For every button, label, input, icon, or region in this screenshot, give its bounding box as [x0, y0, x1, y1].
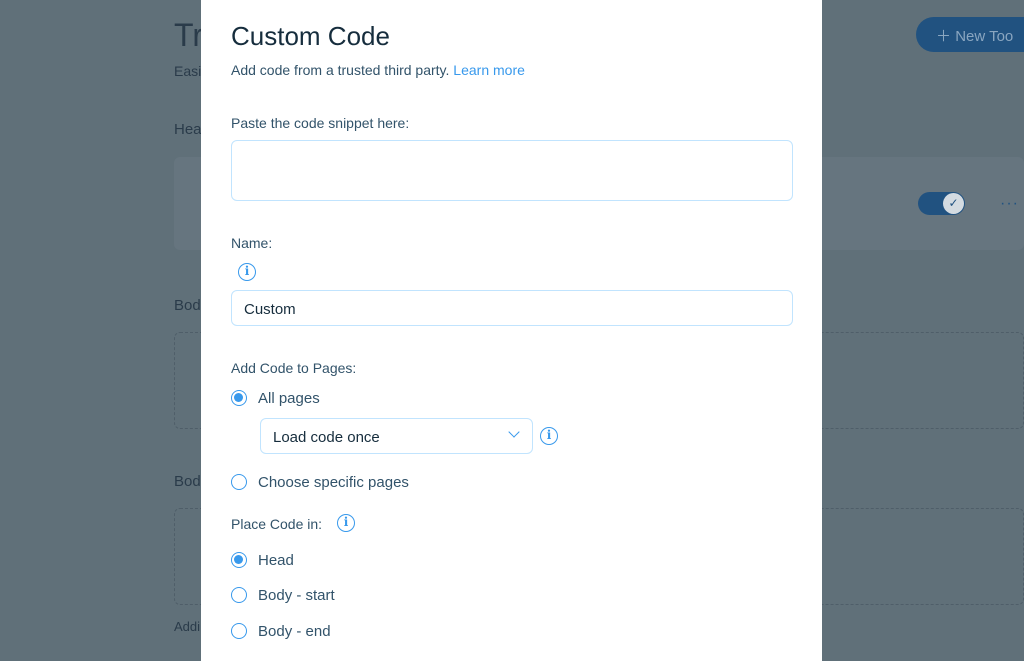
- place-label: Place Code in:: [231, 516, 323, 532]
- section-body-end-label: Bod: [174, 473, 201, 490]
- pages-label: Add Code to Pages:: [231, 360, 357, 376]
- radio-body-start[interactable]: [231, 587, 247, 603]
- radio-specific-pages-label: Choose specific pages: [258, 474, 409, 491]
- section-head-label: Hea: [174, 121, 202, 138]
- radio-specific-pages[interactable]: [231, 474, 247, 490]
- radio-body-start-label: Body - start: [258, 587, 335, 604]
- learn-more-link[interactable]: Learn more: [453, 62, 525, 78]
- modal-title: Custom Code: [231, 21, 390, 51]
- section-body-start-label: Bod: [174, 297, 201, 314]
- modal-subtitle: Add code from a trusted third party. Lea…: [231, 62, 525, 78]
- page-title: Tr: [174, 17, 204, 53]
- check-icon: ✓: [943, 193, 964, 214]
- page-subtitle: Easi: [174, 63, 202, 79]
- plus-icon: ＋: [936, 28, 952, 45]
- name-input[interactable]: Custom: [231, 290, 793, 326]
- load-code-select[interactable]: Load code once: [260, 418, 533, 454]
- radio-body-end[interactable]: [231, 623, 247, 639]
- radio-all-pages[interactable]: [231, 390, 247, 406]
- enable-toggle[interactable]: ✓: [918, 192, 965, 215]
- chevron-down-icon: [508, 426, 520, 438]
- ellipsis-icon[interactable]: ···: [1000, 195, 1019, 213]
- info-icon[interactable]: i: [540, 427, 558, 445]
- snippet-label: Paste the code snippet here:: [231, 115, 410, 131]
- info-icon[interactable]: i: [337, 514, 355, 532]
- name-label: Name:: [231, 235, 273, 251]
- custom-code-modal: Custom Code Add code from a trusted thir…: [201, 0, 822, 661]
- footer-text: Addi: [174, 619, 201, 634]
- radio-body-end-label: Body - end: [258, 623, 331, 640]
- info-icon[interactable]: i: [238, 263, 256, 281]
- radio-head-label: Head: [258, 552, 294, 569]
- code-snippet-input[interactable]: [231, 140, 793, 201]
- radio-all-pages-label: All pages: [258, 390, 320, 407]
- radio-head[interactable]: [231, 552, 247, 568]
- new-tool-button[interactable]: ＋ New Too: [916, 17, 1024, 52]
